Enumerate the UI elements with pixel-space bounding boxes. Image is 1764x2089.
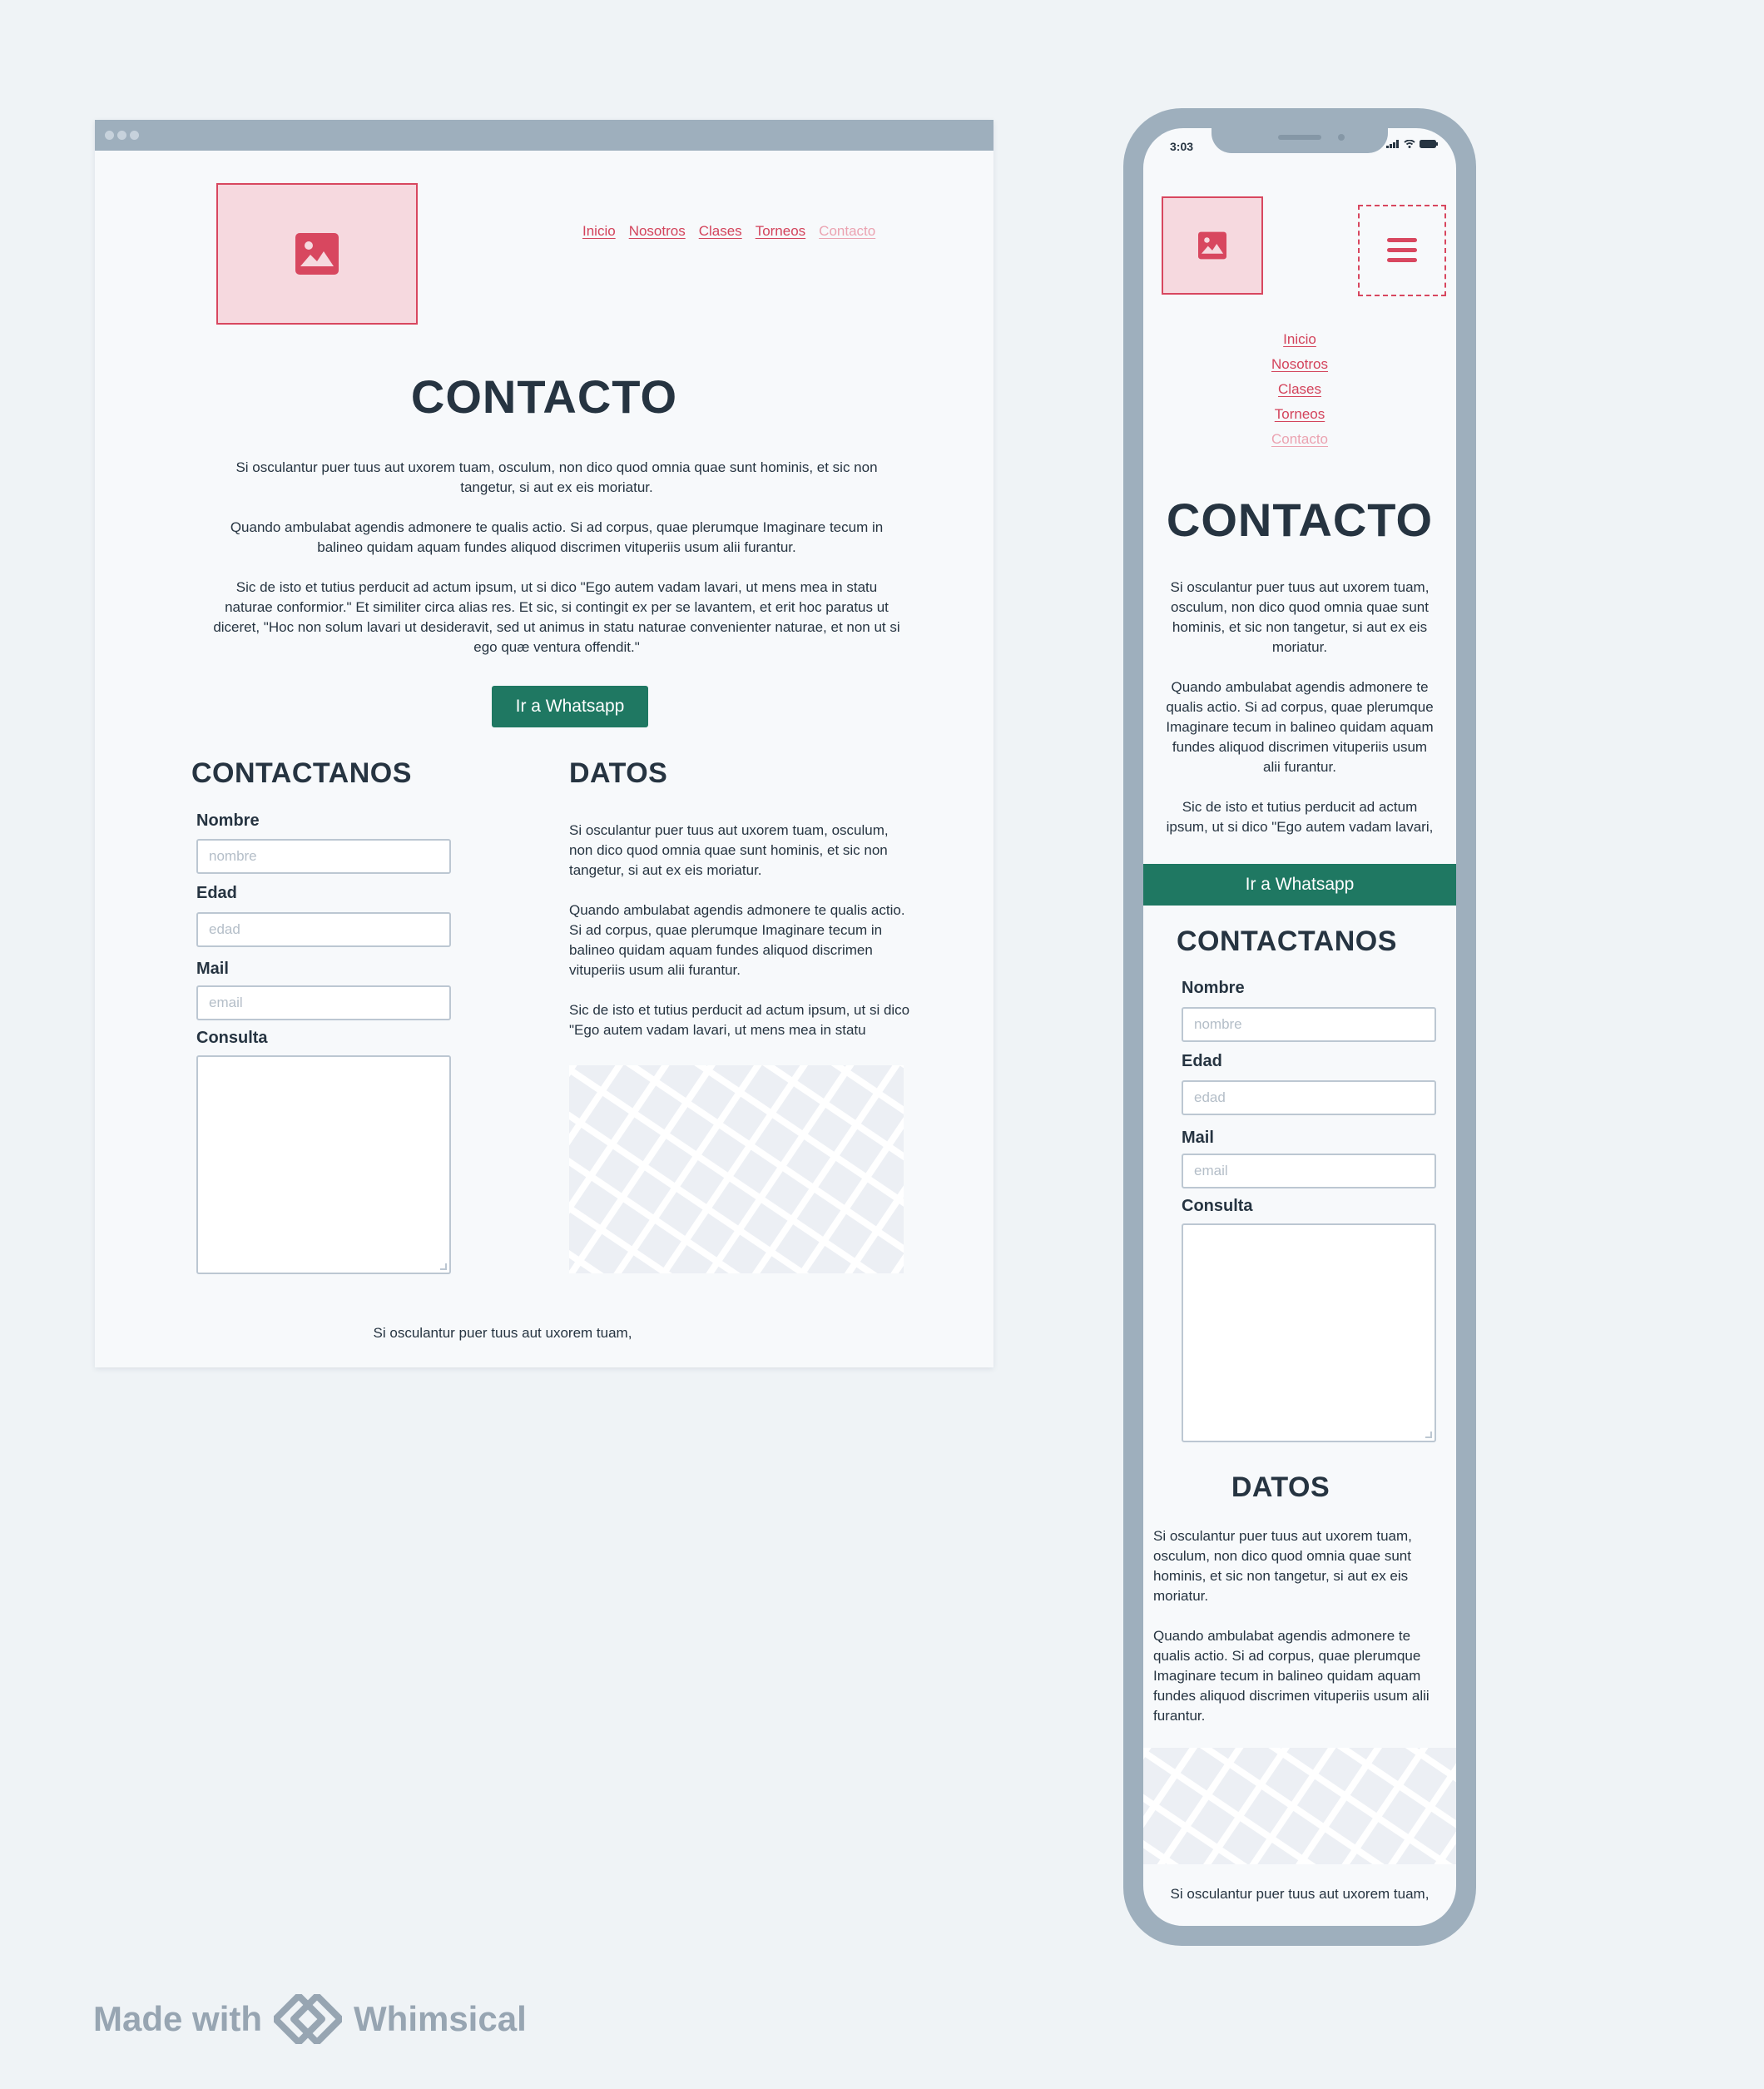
logo-placeholder[interactable] <box>216 183 418 325</box>
desktop-nav: Inicio Nosotros Clases Torneos Contacto <box>582 223 875 240</box>
map-placeholder[interactable] <box>1143 1748 1456 1864</box>
nav-link-clases[interactable]: Clases <box>1278 381 1321 398</box>
mail-input[interactable]: email <box>196 985 451 1020</box>
battery-icon <box>1420 140 1438 148</box>
speaker <box>1278 135 1321 140</box>
resize-handle[interactable] <box>1425 1432 1432 1438</box>
page-title: CONTACTO <box>410 370 678 423</box>
nav-link-torneos[interactable]: Torneos <box>756 223 805 240</box>
datos-heading: DATOS <box>1231 1471 1330 1503</box>
mail-label: Mail <box>196 960 229 978</box>
nav-link-contacto[interactable]: Contacto <box>819 223 875 240</box>
made-with-whimsical[interactable]: Made with Whimsical <box>93 1994 527 2044</box>
datos-paragraph-3: Sic de isto et tutius perducit ad actum … <box>569 1002 910 1038</box>
nav-link-torneos[interactable]: Torneos <box>1275 406 1325 423</box>
wifi-icon <box>1404 140 1415 148</box>
query-label: Consulta <box>196 1029 268 1047</box>
query-textarea[interactable] <box>196 1055 451 1274</box>
signal-icon <box>1386 140 1399 148</box>
mobile-phone-mockup: 3:03 Inicio Nosotros Clases Torneos Cont… <box>1123 108 1476 1946</box>
window-dot <box>105 131 114 140</box>
page-title: CONTACTO <box>1166 494 1434 546</box>
camera <box>1338 134 1345 141</box>
nav-link-contacto[interactable]: Contacto <box>1271 431 1328 448</box>
name-input[interactable]: nombre <box>1182 1007 1436 1042</box>
contact-form-heading: CONTACTANOS <box>191 757 412 789</box>
datos-paragraph-2: Quando ambulabat agendis admonere te qua… <box>569 902 905 978</box>
age-input[interactable]: edad <box>196 912 451 947</box>
image-icon <box>295 233 339 275</box>
mail-label: Mail <box>1182 1129 1214 1147</box>
footer-text: Si osculantur puer tuus aut uxorem tuam, <box>373 1325 632 1341</box>
phone-notch <box>1212 128 1388 153</box>
map-placeholder[interactable] <box>569 1065 904 1273</box>
window-dot <box>130 131 139 140</box>
mobile-nav: Inicio Nosotros Clases Torneos Contacto <box>1143 331 1456 448</box>
intro-paragraph-2: Quando ambulabat agendis admonere te qua… <box>230 519 884 555</box>
datos-heading: DATOS <box>569 757 668 789</box>
whimsical-logo-icon <box>274 1994 343 2044</box>
whimsical-brand-text: Whimsical <box>354 1999 527 2038</box>
nav-link-nosotros[interactable]: Nosotros <box>1271 356 1328 373</box>
intro-paragraph-3: Sic de isto et tutius perducit ad actum … <box>1166 799 1434 835</box>
desktop-browser-mockup: Inicio Nosotros Clases Torneos Contacto … <box>95 120 993 1367</box>
window-dot <box>117 131 126 140</box>
nav-link-inicio[interactable]: Inicio <box>582 223 616 240</box>
nav-link-clases[interactable]: Clases <box>699 223 742 240</box>
nav-link-inicio[interactable]: Inicio <box>1283 331 1316 348</box>
query-label: Consulta <box>1182 1197 1253 1215</box>
hamburger-menu-button[interactable] <box>1358 205 1446 296</box>
mobile-logo-placeholder[interactable] <box>1162 196 1263 295</box>
name-label: Nombre <box>196 811 260 830</box>
name-input[interactable]: nombre <box>196 839 451 874</box>
image-icon <box>1198 231 1226 260</box>
phone-screen: 3:03 Inicio Nosotros Clases Torneos Cont… <box>1143 128 1456 1926</box>
name-label: Nombre <box>1182 979 1245 997</box>
whatsapp-button[interactable]: Ir a Whatsapp <box>492 686 648 727</box>
intro-paragraph-1: Si osculantur puer tuus aut uxorem tuam,… <box>1170 579 1430 655</box>
nav-link-nosotros[interactable]: Nosotros <box>629 223 686 240</box>
status-time: 3:03 <box>1170 140 1194 153</box>
query-textarea[interactable] <box>1182 1223 1436 1442</box>
resize-handle[interactable] <box>440 1263 447 1270</box>
intro-paragraph-1: Si osculantur puer tuus aut uxorem tuam,… <box>235 459 878 495</box>
age-label: Edad <box>196 884 237 902</box>
contact-form-heading: CONTACTANOS <box>1177 925 1397 957</box>
mail-input[interactable]: email <box>1182 1154 1436 1188</box>
datos-paragraph-1: Si osculantur puer tuus aut uxorem tuam,… <box>1153 1528 1412 1604</box>
made-with-text: Made with <box>93 1999 263 2038</box>
age-input[interactable]: edad <box>1182 1080 1436 1115</box>
datos-paragraph-2: Quando ambulabat agendis admonere te qua… <box>1153 1628 1430 1724</box>
age-label: Edad <box>1182 1052 1222 1070</box>
hamburger-menu-icon <box>1387 238 1417 262</box>
footer-text: Si osculantur puer tuus aut uxorem tuam, <box>1170 1886 1430 1902</box>
datos-paragraph-1: Si osculantur puer tuus aut uxorem tuam,… <box>569 822 889 878</box>
intro-paragraph-2: Quando ambulabat agendis admonere te qua… <box>1166 679 1434 775</box>
browser-title-bar <box>95 120 993 151</box>
whatsapp-button[interactable]: Ir a Whatsapp <box>1143 864 1456 906</box>
status-icons <box>1386 140 1438 148</box>
intro-paragraph-3: Sic de isto et tutius perducit ad actum … <box>213 579 900 655</box>
